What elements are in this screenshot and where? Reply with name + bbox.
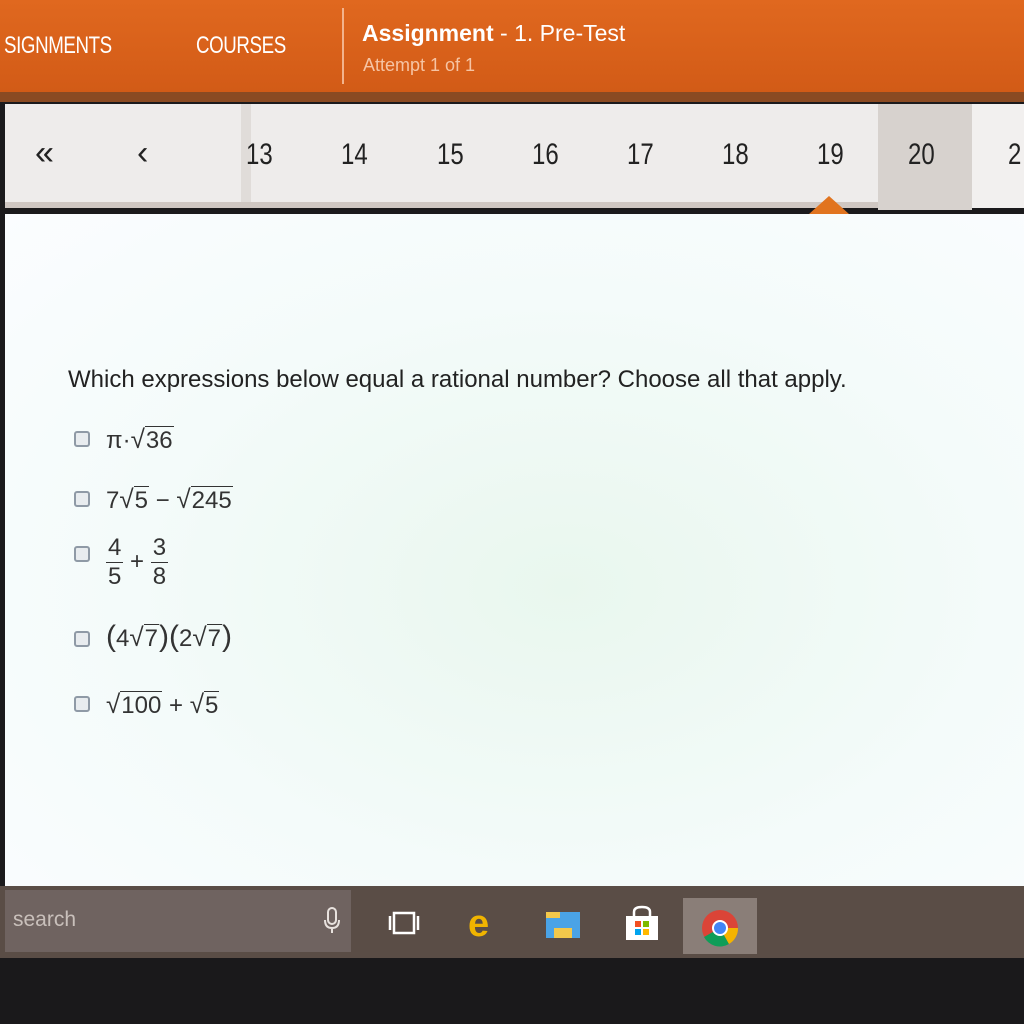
pager-underline	[5, 202, 1024, 208]
svg-text:e: e	[468, 904, 489, 942]
assignment-title: Assignment - 1. Pre-Test	[362, 20, 625, 47]
radical-symbol: √	[129, 622, 144, 652]
option-2-checkbox[interactable]	[74, 491, 90, 507]
question-21-number: 2	[1008, 138, 1022, 171]
denominator: 8	[152, 563, 167, 590]
current-question-number: 20	[908, 138, 935, 171]
radical-symbol: √	[106, 689, 121, 719]
option-5-checkbox[interactable]	[74, 696, 90, 712]
radicand: 7	[143, 624, 159, 652]
plus-sign: +	[162, 692, 190, 719]
header-divider	[342, 8, 344, 84]
taskbar-search-box[interactable]: search	[5, 890, 351, 952]
pi-symbol: π	[106, 427, 123, 454]
monitor-bezel	[0, 958, 1024, 1024]
fraction-1: 45	[106, 534, 124, 591]
coefficient: 7	[106, 487, 120, 514]
option-1-checkbox[interactable]	[74, 431, 90, 447]
question-17-button[interactable]: 17	[627, 138, 654, 172]
edge-icon[interactable]: e	[466, 904, 502, 942]
option-3-checkbox[interactable]	[74, 546, 90, 562]
radicand: 100	[120, 691, 163, 719]
radicand: 5	[133, 486, 149, 514]
store-icon[interactable]	[622, 904, 662, 944]
header-shadow	[0, 92, 1024, 102]
plus-sign: +	[130, 547, 145, 575]
nav-courses-link[interactable]: COURSES	[196, 32, 286, 60]
left-paren-2: (	[169, 620, 179, 653]
option-1-expression: π·√36	[106, 424, 174, 455]
radical-symbol-2: √	[192, 622, 207, 652]
right-paren-2: )	[222, 620, 232, 653]
minus-sign: −	[149, 487, 177, 514]
question-19-button[interactable]: 19	[817, 138, 844, 172]
first-question-button[interactable]: «	[35, 134, 54, 173]
coefficient-2: 2	[179, 625, 193, 652]
coefficient: 4	[116, 625, 130, 652]
microphone-icon[interactable]	[322, 906, 342, 936]
option-4-checkbox[interactable]	[74, 631, 90, 647]
search-placeholder: search	[13, 908, 77, 931]
radicand-2: 7	[206, 624, 222, 652]
previous-question-button[interactable]: ‹	[137, 134, 148, 173]
question-14-button[interactable]: 14	[341, 138, 368, 172]
radicand-2: 5	[203, 691, 220, 719]
question-13-button[interactable]: 13	[246, 138, 273, 172]
question-prompt: Which expressions below equal a rational…	[68, 366, 847, 393]
question-21-button[interactable]: 2	[972, 104, 1024, 208]
radical-symbol: √	[130, 424, 145, 454]
option-2-expression: 7√5 − √245	[106, 484, 233, 515]
radical-symbol-2: √	[189, 689, 204, 719]
task-view-icon[interactable]	[386, 910, 422, 936]
radicand-2: 245	[190, 486, 233, 514]
question-20-button-current[interactable]: 20	[878, 104, 972, 210]
attempt-label: Attempt 1 of 1	[363, 55, 476, 75]
chrome-icon[interactable]	[700, 908, 740, 948]
left-paren: (	[106, 620, 116, 653]
fraction-2: 38	[150, 534, 169, 591]
numerator: 3	[150, 534, 169, 563]
question-pager: « ‹ 13 14 15 16 17 18 19 20 2	[5, 104, 1024, 210]
right-paren: )	[159, 620, 169, 653]
radical-symbol-2: √	[176, 484, 191, 514]
file-explorer-icon[interactable]	[544, 908, 582, 940]
nav-assignments-link[interactable]: SIGNMENTS	[4, 32, 112, 60]
option-4-expression: (4√7)(2√7)	[106, 620, 232, 654]
multiply-dot: ·	[122, 427, 131, 454]
question-16-button[interactable]: 16	[532, 138, 559, 172]
option-3-expression: 45 + 38	[106, 534, 169, 591]
assignment-name: - 1. Pre-Test	[493, 20, 626, 46]
numerator: 4	[106, 534, 124, 563]
option-5-expression: √100 + √5	[106, 689, 220, 720]
top-header	[0, 0, 1024, 102]
radicand: 36	[144, 426, 174, 454]
current-question-marker	[809, 196, 849, 214]
question-15-button[interactable]: 15	[437, 138, 464, 172]
question-18-button[interactable]: 18	[722, 138, 749, 172]
radical-symbol: √	[119, 484, 134, 514]
assignment-label: Assignment	[362, 20, 494, 46]
denominator: 5	[108, 563, 122, 590]
